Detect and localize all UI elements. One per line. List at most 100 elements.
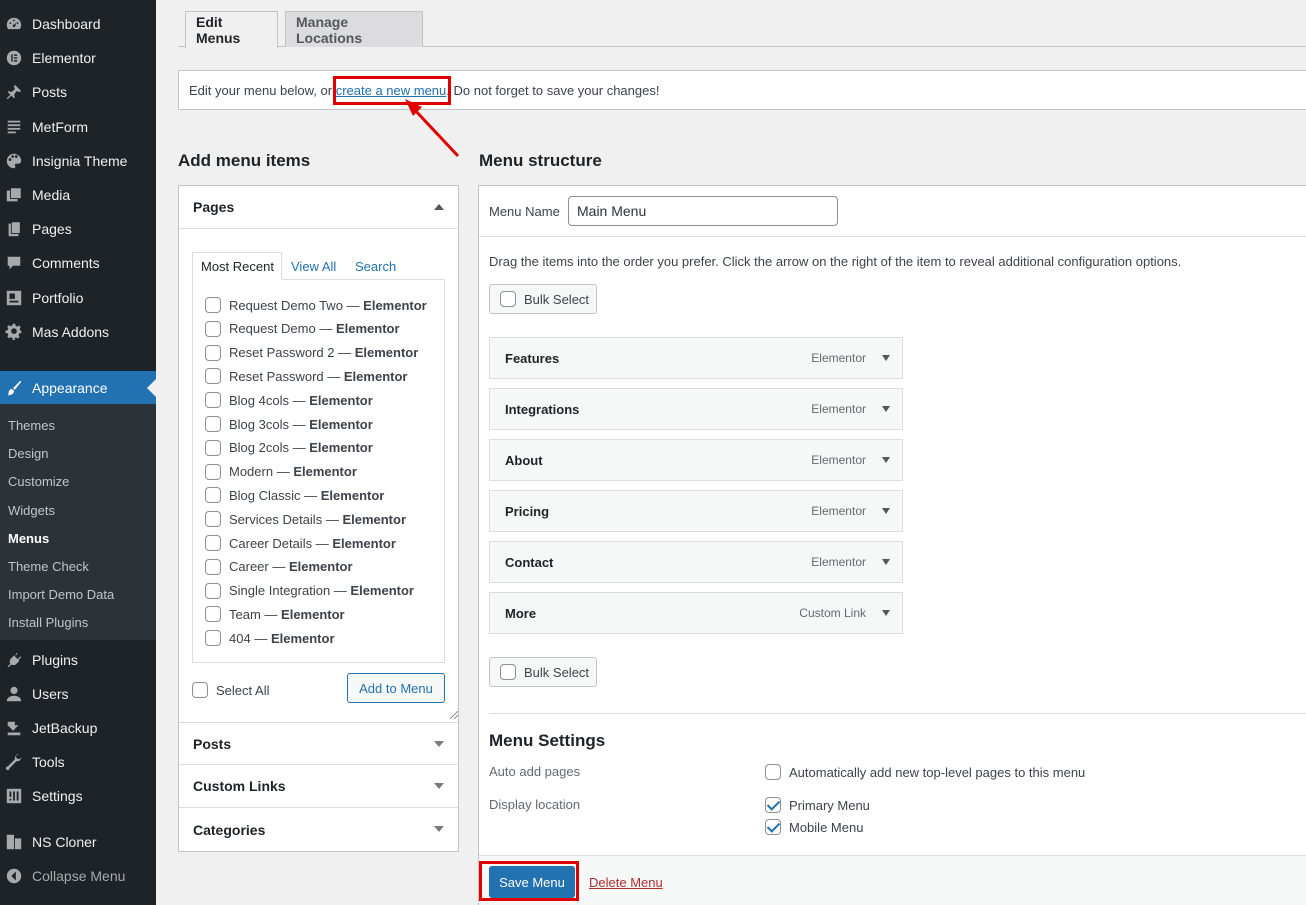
- sidebar-item-ns-cloner[interactable]: NS Cloner: [0, 825, 156, 859]
- page-name: Modern: [229, 464, 274, 480]
- primary-menu-checkbox[interactable]: [765, 797, 781, 813]
- page-checkbox[interactable]: [205, 297, 221, 313]
- tab-edit-menus[interactable]: Edit Menus: [185, 11, 278, 48]
- submenu-widgets[interactable]: Widgets: [8, 503, 55, 518]
- sidebar-item-posts[interactable]: Posts: [0, 75, 156, 109]
- menu-item-type: Elementor: [811, 555, 866, 569]
- elementor-icon: [4, 48, 24, 68]
- sidebar-item-label: Mas Addons: [32, 324, 110, 340]
- tab-most-recent[interactable]: Most Recent: [192, 252, 282, 280]
- bulk-select-checkbox[interactable]: [500, 291, 516, 307]
- page-checkbox[interactable]: [205, 487, 221, 504]
- expand-arrow-icon[interactable]: [882, 355, 890, 361]
- page-name: Blog 2cols: [229, 440, 289, 456]
- save-menu-button[interactable]: Save Menu: [489, 866, 575, 898]
- resize-handle-icon[interactable]: [450, 711, 458, 719]
- expand-arrow-icon[interactable]: [882, 508, 890, 514]
- add-menu-items-heading: Add menu items: [178, 151, 311, 170]
- page-checkbox[interactable]: [205, 463, 221, 480]
- page-checkbox[interactable]: [205, 416, 221, 432]
- sidebar-item-mas-addons[interactable]: Mas Addons: [0, 315, 156, 349]
- comment-icon: [4, 253, 24, 273]
- sidebar-item-pages[interactable]: Pages: [0, 212, 156, 246]
- expand-arrow-icon[interactable]: [882, 610, 890, 616]
- separator: —: [334, 345, 355, 361]
- sidebar-item-jetbackup[interactable]: JetBackup: [0, 711, 156, 745]
- sidebar-item-dashboard[interactable]: Dashboard: [0, 7, 156, 41]
- auto-add-option-label: Automatically add new top-level pages to…: [789, 764, 1086, 780]
- page-checkbox[interactable]: [205, 511, 221, 528]
- menu-item[interactable]: About Elementor: [489, 439, 903, 481]
- submenu-theme-check[interactable]: Theme Check: [8, 559, 89, 574]
- add-to-menu-button[interactable]: Add to Menu: [347, 673, 445, 703]
- page-checkbox[interactable]: [205, 582, 221, 599]
- sidebar-item-insignia-theme[interactable]: Insignia Theme: [0, 144, 156, 178]
- page-checkbox[interactable]: [205, 344, 221, 361]
- menu-item[interactable]: Features Elementor: [489, 337, 903, 379]
- sidebar-item-settings[interactable]: Settings: [0, 779, 156, 813]
- tab-view-all[interactable]: View All: [291, 259, 336, 274]
- menu-item-type: Custom Link: [799, 606, 866, 620]
- menu-name-input[interactable]: [568, 196, 838, 226]
- page-checkbox[interactable]: [205, 558, 221, 575]
- sidebar-item-metform[interactable]: MetForm: [0, 110, 156, 144]
- bulk-select-top-button[interactable]: Bulk Select: [489, 284, 597, 314]
- sidebar-item-appearance[interactable]: Appearance: [0, 371, 156, 405]
- sidebar-item-comments[interactable]: Comments: [0, 246, 156, 280]
- sidebar-item-users[interactable]: Users: [0, 677, 156, 711]
- page-name: 404: [229, 630, 251, 646]
- sidebar-item-media[interactable]: Media: [0, 178, 156, 212]
- page-checkbox[interactable]: [205, 535, 221, 551]
- auto-add-checkbox[interactable]: [765, 764, 781, 780]
- clone-icon: [4, 832, 24, 852]
- submenu-themes[interactable]: Themes: [8, 418, 55, 433]
- menu-item[interactable]: Integrations Elementor: [489, 388, 903, 430]
- menu-item[interactable]: More Custom Link: [489, 592, 903, 634]
- categories-section-header[interactable]: Categories: [179, 808, 458, 851]
- expand-arrow-icon[interactable]: [882, 559, 890, 565]
- page-checkbox[interactable]: [205, 630, 221, 647]
- menu-item[interactable]: Pricing Elementor: [489, 490, 903, 532]
- submenu-design[interactable]: Design: [8, 446, 48, 461]
- sidebar-item-elementor[interactable]: Elementor: [0, 41, 156, 75]
- delete-menu-link[interactable]: Delete Menu: [589, 875, 663, 890]
- categories-section-title: Categories: [193, 821, 266, 838]
- expand-arrow-icon[interactable]: [882, 457, 890, 463]
- sidebar-item-plugins[interactable]: Plugins: [0, 643, 156, 677]
- divider: [489, 713, 1306, 714]
- sidebar-item-tools[interactable]: Tools: [0, 745, 156, 779]
- bulk-select-checkbox[interactable]: [500, 664, 516, 680]
- page-builder-label: Elementor: [309, 416, 373, 432]
- tab-manage-locations[interactable]: Manage Locations: [285, 11, 423, 47]
- page-checkbox[interactable]: [205, 320, 221, 337]
- menu-item[interactable]: Contact Elementor: [489, 541, 903, 583]
- page-name: Career Details: [229, 535, 313, 551]
- sidebar-item-portfolio[interactable]: Portfolio: [0, 281, 156, 315]
- menu-item-title: About: [505, 452, 543, 468]
- separator: —: [268, 559, 289, 575]
- page-checkbox[interactable]: [205, 368, 221, 385]
- page-name: Team: [229, 606, 261, 622]
- pages-section-header[interactable]: Pages: [179, 186, 458, 229]
- submenu-import-demo-data[interactable]: Import Demo Data: [8, 587, 114, 602]
- collapse-menu-button[interactable]: Collapse Menu: [0, 859, 156, 893]
- separator: —: [273, 464, 294, 480]
- submenu-install-plugins[interactable]: Install Plugins: [8, 615, 88, 630]
- page-list-item: Services Details — Elementor: [205, 511, 406, 528]
- submenu-customize[interactable]: Customize: [8, 474, 69, 489]
- page-checkbox[interactable]: [205, 439, 221, 456]
- posts-section-header[interactable]: Posts: [179, 722, 458, 765]
- annotation-arrow: [405, 99, 460, 158]
- custom-links-section-header[interactable]: Custom Links: [179, 765, 458, 808]
- page-checkbox[interactable]: [205, 606, 221, 623]
- select-all-checkbox[interactable]: [192, 682, 208, 698]
- custom-links-section-title: Custom Links: [193, 778, 286, 794]
- page-list-item: 404 — Elementor: [205, 630, 335, 647]
- tab-search[interactable]: Search: [355, 259, 396, 274]
- bulk-select-bottom-button[interactable]: Bulk Select: [489, 657, 597, 687]
- expand-arrow-icon[interactable]: [882, 406, 890, 412]
- menu-item-type: Elementor: [811, 504, 866, 518]
- submenu-menus[interactable]: Menus: [8, 531, 49, 546]
- page-checkbox[interactable]: [205, 392, 221, 409]
- mobile-menu-checkbox[interactable]: [765, 819, 781, 835]
